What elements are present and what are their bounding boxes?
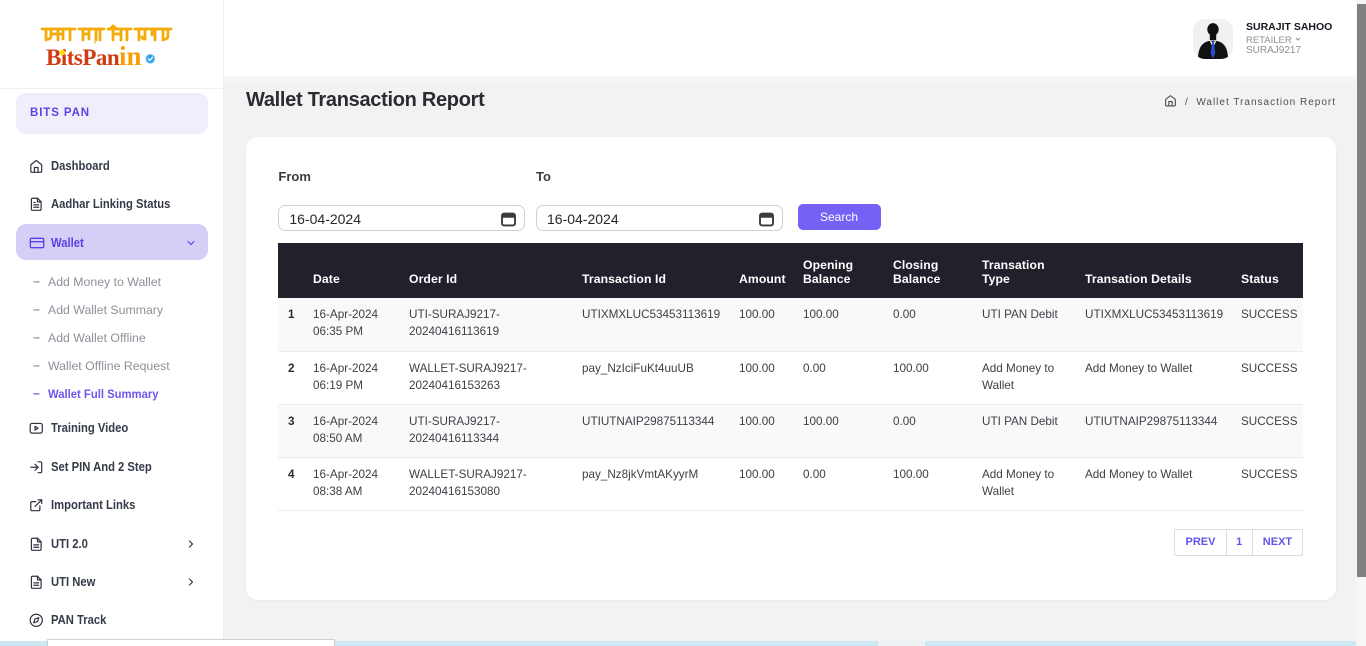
svg-text:BitsPan: BitsPan	[46, 45, 120, 70]
svg-text:in: in	[119, 41, 142, 71]
